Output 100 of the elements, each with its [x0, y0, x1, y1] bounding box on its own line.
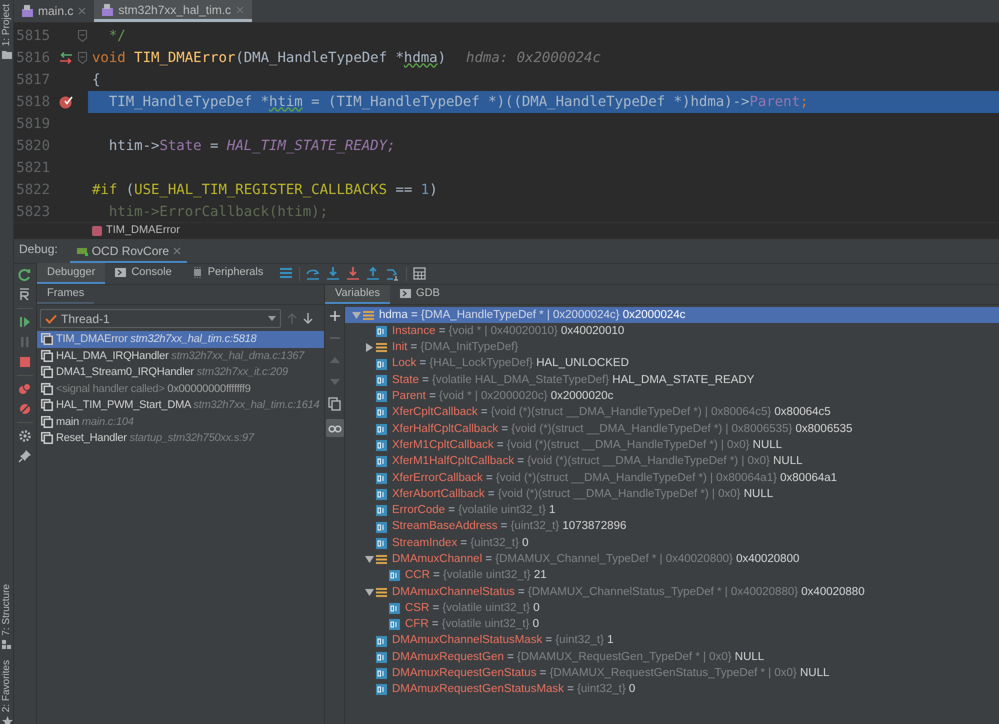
code-line: TIM_HandleTypeDef *htim = (TIM_HandleTypeDef *)((DMA_HandleTypeDef *)hdma)->Parent; — [108, 92, 808, 112]
copy-icon[interactable] — [328, 397, 342, 411]
close-icon[interactable] — [78, 7, 86, 15]
stack-frame[interactable]: <signal handler called> 0x00000000fffffff9 — [37, 380, 324, 397]
variable-row[interactable]: XferM1CpltCallback = {void (*)(struct __DMA_HandleTypeDef *) | 0x0} NULL — [345, 437, 999, 454]
line-number: 5819 — [15, 114, 51, 134]
expanded-triangle-icon[interactable] — [364, 588, 374, 596]
c-file-icon — [22, 5, 33, 17]
field-icon — [376, 424, 387, 435]
step-into-icon[interactable] — [326, 267, 340, 281]
list-icon[interactable] — [279, 267, 294, 281]
arrow-up-icon[interactable] — [287, 313, 297, 324]
variable-row[interactable]: CFR = {volatile uint32_t} 0 — [345, 616, 999, 633]
stack-frame[interactable]: DMA1_Stream0_IRQHandler stm32h7xx_it.c:209 — [37, 364, 324, 380]
field-icon — [376, 652, 387, 663]
watches-toggle[interactable] — [326, 419, 344, 437]
variable-row[interactable]: CSR = {volatile uint32_t} 0 — [345, 600, 999, 617]
field-icon — [376, 488, 387, 500]
inline-value-hint: hdma: 0x2000024c — [466, 48, 601, 68]
line-number: 5818 — [15, 92, 51, 112]
variable-row[interactable]: XferCpltCallback = {void (*)(struct __DMA_HandleTypeDef *) | 0x80064c5} 0x80064c5 — [345, 404, 999, 422]
debug-label: Debug: — [19, 241, 58, 258]
variable-row[interactable]: Init = {DMA_InitTypeDef} — [345, 340, 999, 356]
variable-row[interactable]: StreamBaseAddress = {uint32_t} 1073872896 — [345, 518, 999, 536]
variables-tab[interactable]: Variables — [325, 285, 390, 304]
debug-tab[interactable]: Console — [105, 263, 182, 284]
stack-frame[interactable]: main main.c:104 — [37, 414, 324, 430]
variable-row[interactable]: Instance = {void * | 0x40020010} 0x40020010 — [345, 323, 999, 340]
file-tab[interactable]: stm32h7xx_hal_tim.c — [94, 0, 252, 22]
reset-icon[interactable] — [18, 288, 32, 302]
variable-row[interactable]: State = {volatile HAL_DMA_StateTypeDef} HAL_DMA_STATE_READY — [345, 372, 999, 388]
caret-icon — [268, 316, 276, 321]
variable-row[interactable]: DMAmuxChannelStatusMask = {uint32_t} 1 — [345, 632, 999, 650]
frames-tab[interactable]: Frames — [37, 285, 94, 304]
line-number: 5816 — [15, 48, 51, 68]
field-icon — [376, 472, 387, 484]
variable-row[interactable]: DMAmuxRequestGenStatus = {DMAMUX_RequestGenStatus_TypeDef * | 0x0} NULL — [345, 666, 999, 682]
frame-icon — [41, 432, 53, 444]
line-number: 5817 — [15, 70, 51, 90]
code-line: { — [92, 70, 100, 90]
chip-icon — [192, 267, 203, 278]
close-icon[interactable] — [173, 246, 182, 254]
variable-row[interactable]: XferErrorCallback = {void (*)(struct __DMA_HandleTypeDef *) | 0x80064a1} 0x80064a1 — [345, 470, 999, 486]
expanded-triangle-icon[interactable] — [352, 312, 360, 319]
fold-icon[interactable] — [78, 52, 87, 64]
resume-icon[interactable] — [18, 315, 32, 329]
line-number: 5821 — [15, 158, 51, 178]
variable-row[interactable]: StreamIndex = {uint32_t} 0 — [345, 535, 999, 552]
calculator-icon[interactable] — [413, 267, 428, 281]
console-icon — [400, 288, 412, 299]
variable-row[interactable]: CCR = {volatile uint32_t} 21 — [345, 568, 999, 584]
mute-breakpoints-icon[interactable] — [18, 402, 32, 416]
variable-row[interactable]: XferM1HalfCpltCallback = {void (*)(struct __DMA_HandleTypeDef *) | 0x0} NULL — [345, 454, 999, 470]
frame-icon — [41, 333, 53, 346]
field-icon — [389, 602, 400, 614]
tool-window-tab[interactable]: 1: Project — [0, 4, 14, 46]
variable-row[interactable]: XferHalfCpltCallback = {void (*)(struct __DMA_HandleTypeDef *) | 0x8006535} 0x8006535 — [345, 421, 999, 438]
tool-window-tab[interactable]: 7: Structure — [0, 584, 14, 636]
variable-row[interactable]: ErrorCode = {volatile uint32_t} 1 — [345, 502, 999, 519]
rerun-icon[interactable] — [18, 268, 32, 282]
breakpoint-icon[interactable] — [59, 95, 73, 109]
force-step-into-icon[interactable] — [346, 267, 360, 281]
variable-row[interactable]: Parent = {void * | 0x2000020c} 0x2000020c — [345, 388, 999, 405]
settings-icon[interactable] — [18, 429, 32, 443]
stack-frame[interactable]: HAL_DMA_IRQHandler stm32h7xx_hal_dma.c:1367 — [37, 348, 324, 364]
field-icon — [376, 636, 387, 647]
code-line: htim->ErrorCallback(htim); — [108, 202, 328, 222]
debug-tab[interactable]: Peripherals — [182, 263, 274, 284]
add-icon[interactable] — [328, 309, 342, 323]
stop-icon[interactable] — [18, 355, 32, 369]
breadcrumb[interactable]: TIM_DMAError — [106, 222, 180, 239]
fold-icon[interactable] — [78, 30, 87, 42]
field-icon — [376, 391, 387, 402]
close-icon[interactable] — [236, 6, 244, 14]
step-over-icon[interactable] — [306, 267, 320, 281]
arrow-down-icon[interactable] — [303, 313, 313, 324]
debug-tab[interactable]: Debugger — [37, 263, 106, 284]
expanded-triangle-icon[interactable] — [364, 556, 374, 564]
variable-row[interactable]: DMAmuxRequestGenStatusMask = {uint32_t} 0 — [345, 682, 999, 698]
collapsed-triangle-icon[interactable] — [366, 343, 372, 352]
breakpoints-icon[interactable] — [18, 382, 32, 396]
variable-row[interactable]: hdma = {DMA_HandleTypeDef * | 0x2000024c} 0x2000024c — [345, 307, 999, 324]
run-to-cursor-icon[interactable] — [386, 267, 400, 281]
variable-row[interactable]: XferAbortCallback = {void (*)(struct __DMA_HandleTypeDef *) | 0x0} NULL — [345, 486, 999, 503]
frame-icon — [41, 366, 53, 378]
step-out-icon[interactable] — [366, 267, 380, 281]
variable-row[interactable]: DMAmuxChannelStatus = {DMAMUX_ChannelStatus_TypeDef * | 0x40020880} 0x40020880 — [345, 584, 999, 600]
stack-frame[interactable]: Reset_Handler startup_stm32h750xx.s:97 — [37, 430, 324, 446]
stack-frame[interactable]: HAL_TIM_PWM_Start_DMA stm32h7xx_hal_tim.c:1614 — [37, 397, 324, 414]
stack-frame[interactable]: TIM_DMAError stm32h7xx_hal_tim.c:5818 — [37, 331, 324, 348]
variables-tab[interactable]: GDB — [390, 285, 450, 304]
variable-row[interactable]: DMAmuxChannel = {DMAMUX_Channel_TypeDef * | 0x40020800} 0x40020800 — [345, 551, 999, 568]
field-icon — [376, 538, 387, 549]
thread-dropdown[interactable]: Thread-1 — [40, 309, 281, 328]
pin-icon[interactable] — [18, 449, 32, 463]
tool-window-tab[interactable]: 2: Favorites — [0, 660, 14, 712]
variable-row[interactable]: DMAmuxRequestGen = {DMAMUX_RequestGen_TypeDef * | 0x0} NULL — [345, 649, 999, 666]
struct-icon — [363, 310, 374, 321]
variable-row[interactable]: Lock = {HAL_LockTypeDef} HAL_UNLOCKED — [345, 356, 999, 372]
line-number: 5820 — [15, 136, 51, 156]
